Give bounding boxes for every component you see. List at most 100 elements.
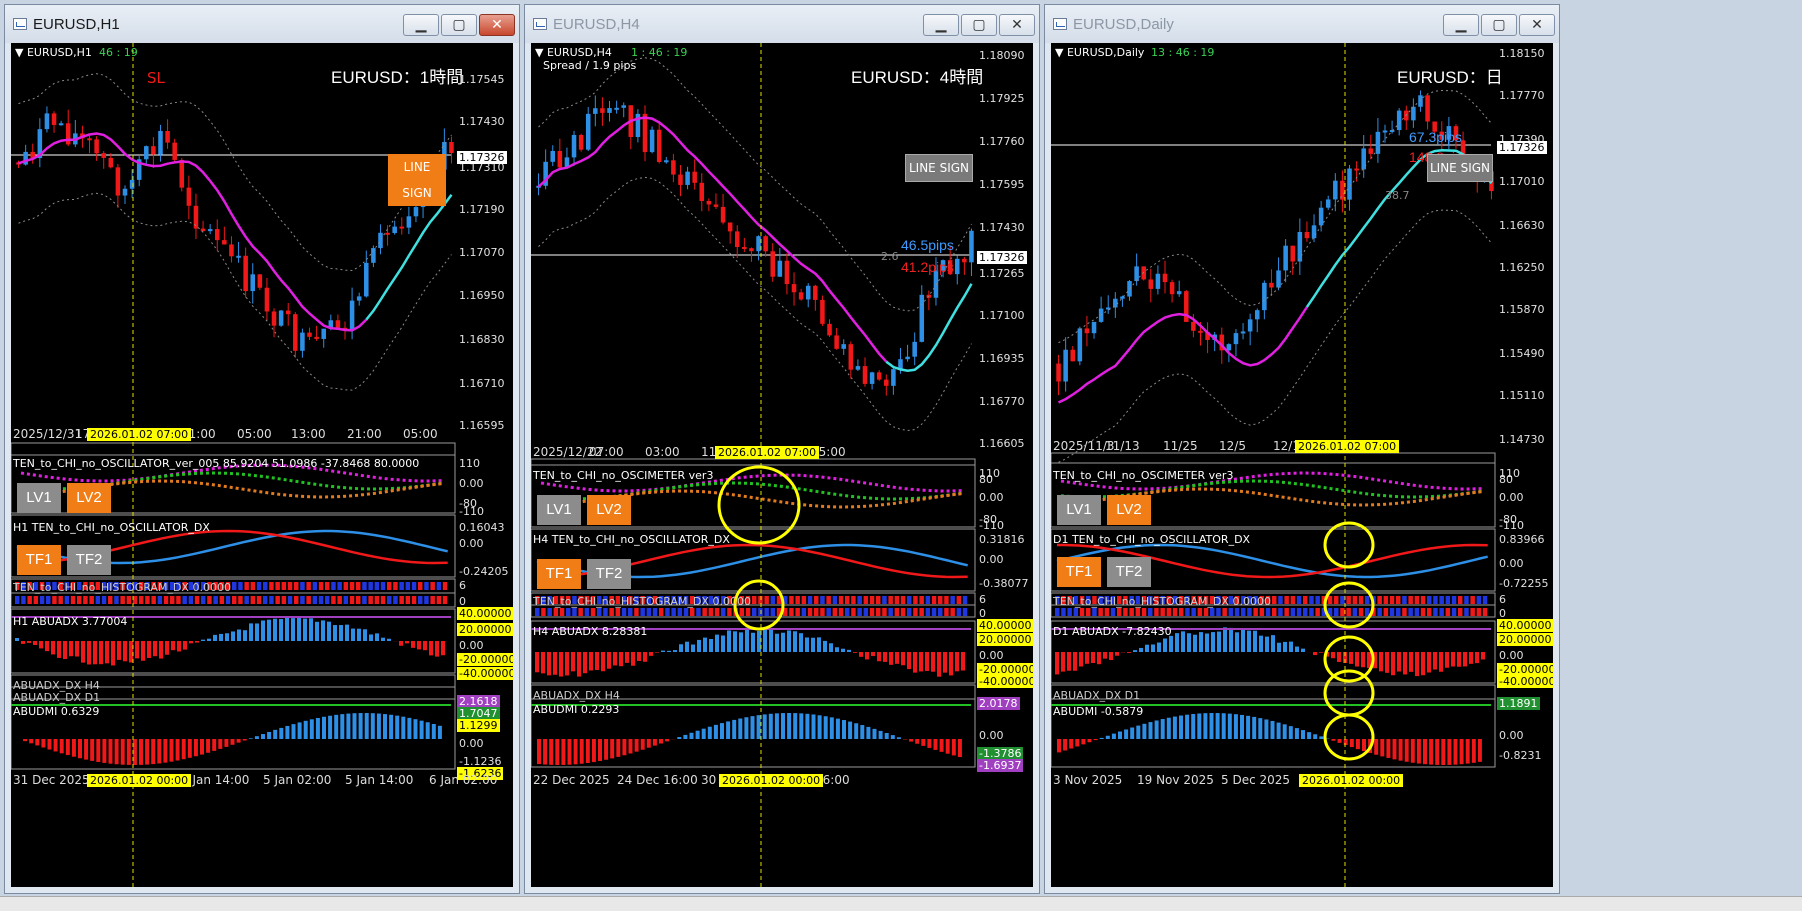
maximize-button[interactable]: ▢: [441, 14, 477, 36]
candle-body: [187, 188, 192, 206]
abuadx-bar: [1295, 647, 1299, 652]
abuadx-bar: [1145, 645, 1149, 652]
histogram-bar: [1464, 608, 1469, 616]
histogram-bar: [1303, 608, 1308, 616]
minimize-button[interactable]: ▁: [923, 14, 959, 36]
chart-window-h4[interactable]: EURUSD,H4 ▁ ▢ ✕ ▼ EURUSD,H4 1 : 46 : 19 …: [524, 4, 1040, 894]
abuadx-axis-tick: 40.00000: [457, 607, 513, 620]
minimize-button[interactable]: ▁: [1443, 14, 1479, 36]
abudmi-bar: [1081, 739, 1085, 744]
tf2-button[interactable]: TF2: [67, 545, 111, 575]
abuadx-bar: [1097, 652, 1101, 664]
candle-body: [307, 333, 312, 337]
candle-body: [172, 143, 177, 160]
abuadx-bar: [1355, 652, 1359, 667]
price-tick: 1.15870: [1499, 303, 1545, 316]
abudmi-bar: [1307, 732, 1311, 739]
lv1-button[interactable]: LV1: [1057, 495, 1101, 525]
candle-body: [707, 201, 712, 204]
histogram-bar: [189, 596, 194, 604]
abudmi-bar: [574, 739, 578, 764]
chart-window-h1[interactable]: EURUSD,H1 ▁ ▢ ✕ ▼ EURUSD,H1 46 : 19 EURU…: [4, 4, 520, 894]
price-tick: 1.17545: [459, 73, 505, 86]
abudmi-bar: [787, 713, 791, 739]
chart-area[interactable]: ▼ EURUSD,H4 1 : 46 : 19 Spread / 1.9 pip…: [531, 43, 1033, 887]
vline-time-tag: 2026.01.02 07:00: [87, 428, 191, 441]
time-tick: 24 Dec 16:00: [617, 773, 698, 787]
price-tick: 1.16630: [1499, 219, 1545, 232]
abuadx-bar: [667, 651, 671, 652]
maximize-button[interactable]: ▢: [1481, 14, 1517, 36]
abuadx-axis-tick: 40.00000: [977, 619, 1033, 632]
abudmi-bar: [1161, 719, 1165, 739]
histogram-bar: [244, 596, 249, 604]
lv2-button[interactable]: LV2: [587, 495, 631, 525]
abuadx-bar: [147, 641, 151, 658]
close-button[interactable]: ✕: [1519, 14, 1555, 36]
abudmi-bar: [231, 739, 235, 745]
chart-area[interactable]: ▼ EURUSD,Daily 13 : 46 : 19 EURUSD：日 67.…: [1051, 43, 1553, 887]
tf1-button[interactable]: TF1: [17, 545, 61, 575]
close-button[interactable]: ✕: [479, 14, 515, 36]
abuadx-bar: [883, 652, 887, 662]
tf1-button[interactable]: TF1: [1057, 557, 1101, 587]
histogram-bar: [950, 596, 955, 604]
abudmi-bar: [555, 739, 559, 765]
histogram-bar: [232, 582, 237, 590]
lv2-button[interactable]: LV2: [67, 483, 111, 513]
abuadx-bar: [435, 641, 439, 657]
chart-header: EURUSD：4時間: [851, 63, 983, 88]
chart-window-daily[interactable]: EURUSD,Daily ▁ ▢ ✕ ▼ EURUSD,Daily 13 : 4…: [1044, 4, 1560, 894]
histogram-bar: [771, 608, 776, 616]
abuadx-bar: [1385, 652, 1389, 673]
abudmi-bar: [182, 739, 186, 759]
tf2-button[interactable]: TF2: [1107, 557, 1151, 587]
abudmi-bar: [1319, 736, 1323, 739]
maximize-button[interactable]: ▢: [961, 14, 997, 36]
abuadx-bar: [799, 633, 803, 652]
title-bar[interactable]: EURUSD,Daily ▁ ▢ ✕: [1045, 5, 1559, 43]
close-button[interactable]: ✕: [999, 14, 1035, 36]
lv2-button[interactable]: LV2: [1107, 495, 1151, 525]
abuadx-bar: [541, 652, 545, 673]
hist-axis-tick: 6: [979, 593, 986, 606]
histogram-bar: [820, 608, 825, 616]
tf1-button[interactable]: TF1: [537, 559, 581, 589]
mdi-tab-strip[interactable]: [0, 896, 1802, 911]
abudmi-axis-tick: 0.00: [979, 729, 1004, 742]
abudmi-bar: [285, 726, 289, 739]
time-tick: 6 Jan 02:00: [429, 773, 497, 787]
abudmi-bar: [102, 739, 106, 763]
time-tick: 5 Jan 14:00: [345, 773, 413, 787]
abuadx-bar: [1187, 633, 1191, 652]
abudmi-bar: [1399, 739, 1403, 761]
lv1-button[interactable]: LV1: [537, 495, 581, 525]
dx-axis-tick: -0.72255: [1499, 577, 1548, 590]
vline-time-tag: 2026.01.02 07:00: [1295, 440, 1399, 453]
chart-area[interactable]: ▼ EURUSD,H1 46 : 19 EURUSD：1時間 SL LINE S…: [11, 43, 513, 887]
histogram-bar: [331, 582, 336, 590]
line-sign-button[interactable]: LINE SIGN: [905, 154, 973, 182]
lv1-button[interactable]: LV1: [17, 483, 61, 513]
histogram-bar: [547, 608, 552, 616]
minimize-button[interactable]: ▁: [403, 14, 439, 36]
abudmi-bar: [702, 729, 706, 739]
histogram-bar: [1384, 596, 1389, 604]
histogram-bar: [882, 608, 887, 616]
line-sign-button[interactable]: LINE SIGN: [1427, 154, 1493, 182]
abudmi-bar: [1191, 714, 1195, 739]
dx-title: H1 TEN_to_CHI_no_OSCILLATOR_DX: [13, 521, 210, 534]
histogram-bar: [387, 596, 392, 604]
vline-time-tag: 2026.01.02 07:00: [715, 446, 819, 459]
abuadx-bar: [345, 625, 349, 641]
small-value: 38.7: [1385, 189, 1410, 202]
abudmi-bar: [1100, 738, 1104, 739]
line-sign-button[interactable]: LINE SIGN: [388, 154, 446, 206]
candle-body: [621, 105, 626, 108]
abuadx-bar: [1421, 652, 1425, 675]
candle-body: [258, 274, 263, 287]
tf2-button[interactable]: TF2: [587, 559, 631, 589]
title-bar[interactable]: EURUSD,H4 ▁ ▢ ✕: [525, 5, 1039, 43]
histogram-bar: [1278, 608, 1283, 616]
title-bar[interactable]: EURUSD,H1 ▁ ▢ ✕: [5, 5, 519, 43]
